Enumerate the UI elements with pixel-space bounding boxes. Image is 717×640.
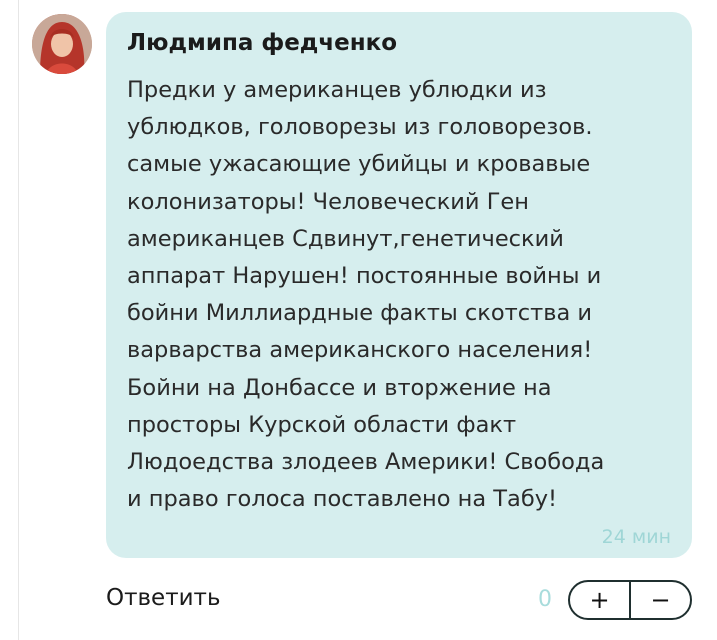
comment-line: бойни Миллиардные факты скотства и [127,300,593,327]
comment-author[interactable]: Людмипа федченко [127,30,397,56]
comment-line: и право голоса поставлено на Табу! [127,486,558,513]
vote-control: + − [568,580,692,620]
comment-line: просторы Курской области факт [127,411,517,438]
downvote-button[interactable]: − [631,582,690,618]
comment-line: самые ужасающие убийцы и кровавые [127,151,591,178]
comment-line: колонизаторы! Человеческий Ген [127,188,529,215]
comment-text: Предки у американцев ублюдки из ублюдков… [127,72,679,518]
avatar-image [32,14,92,74]
comment-line: американцев Сдвинут,генетический [127,225,564,252]
comment-line: Людоедства злодеев Америки! Свобода [127,449,605,476]
comment-timestamp: 24 мин [601,526,671,548]
comment-line: Бойни на Донбассе и вторжение на [127,374,552,401]
left-divider [18,0,19,640]
comment-screen: Людмипа федченко Предки у американцев уб… [0,0,717,640]
comment-line: варварства американского населения! [127,337,593,364]
avatar[interactable] [32,14,92,74]
comment-line: ублюдков, головорезы из головорезов. [127,114,593,141]
vote-score: 0 [538,587,552,612]
upvote-button[interactable]: + [570,582,629,618]
comment-line: Предки у американцев ублюдки из [127,77,547,103]
comment-line: аппарат Нарушен! постоянные войны и [127,263,602,290]
reply-button[interactable]: Ответить [106,585,221,611]
